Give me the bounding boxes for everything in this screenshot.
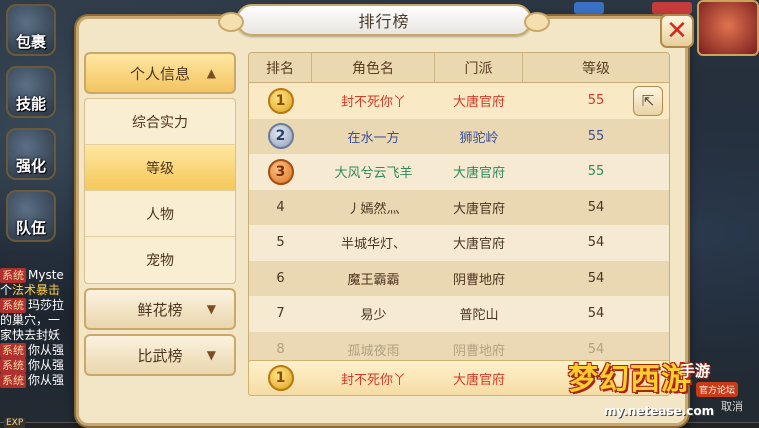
row-rank: 5 — [276, 235, 285, 251]
menu-item-level[interactable]: 等级 — [85, 145, 235, 191]
ranking-table[interactable]: 排名 角色名 门派 等级 1 封不死你丫 大唐官府 55 ⇱ 2 在水一方 狮驼… — [248, 52, 670, 394]
table-row[interactable]: 7 易少 普陀山 54 — [249, 296, 669, 332]
skills-button-label: 技能 — [15, 95, 46, 113]
personal-info-button[interactable]: 个人信息 ▲ — [84, 52, 236, 94]
row-sect: 阴曹地府 — [452, 272, 505, 288]
logo-title: 梦幻西游 — [568, 362, 692, 397]
logo-url: my.netease.com — [604, 404, 715, 418]
row-name: 魔王霸霸 — [347, 272, 400, 288]
silver-medal-icon: 2 — [267, 123, 294, 150]
chat-line: 系统 你从强 — [0, 343, 65, 358]
enhance-button[interactable]: 强化 — [6, 128, 56, 180]
arena-ranking-button[interactable]: 比武榜 ▼ — [84, 334, 236, 376]
row-level: 54 — [587, 235, 605, 251]
table-row[interactable]: 5 半城华灯、 大唐官府 54 — [249, 225, 669, 261]
arena-ranking-label: 比武榜 — [137, 346, 183, 365]
panel-title-plate: 排行榜 — [218, 4, 550, 36]
row-level: 54 — [587, 199, 605, 215]
chat-line: 家快去封妖 — [0, 328, 61, 342]
chat-line: 系统 玛莎拉 — [0, 298, 65, 313]
row-rank: 7 — [276, 306, 285, 322]
chevron-up-icon: ▲ — [206, 66, 216, 80]
row-name: 大风兮云飞羊 — [334, 166, 413, 182]
chat-panel[interactable]: 系统 Myste 个法术暴击 系统 玛莎拉 的巢穴，一 家快去封妖 系统 你从强 系统… — [0, 268, 80, 388]
row-sect: 普陀山 — [459, 308, 499, 324]
table-row[interactable]: 2 在水一方 狮驼岭 55 — [249, 118, 669, 154]
table-row[interactable]: 3 大风兮云飞羊 大唐官府 55 — [249, 154, 669, 190]
row-name: 在水一方 — [347, 130, 400, 146]
row-level: 54 — [587, 270, 605, 286]
row-sect: 大唐官府 — [452, 237, 505, 253]
team-button[interactable]: 队伍 — [6, 190, 56, 242]
menu-item-character[interactable]: 人物 — [85, 191, 235, 237]
row-level: 54 — [587, 306, 605, 322]
table-row[interactable]: 4 丿嫣然灬 大唐官府 54 — [249, 189, 669, 225]
chevron-down-icon: ▼ — [206, 302, 216, 316]
header-level: 等级 — [582, 60, 610, 77]
gold-medal-icon: 1 — [267, 87, 294, 114]
skills-button[interactable]: 技能 — [6, 66, 56, 118]
gold-medal-icon: 1 — [267, 365, 294, 391]
flowers-ranking-label: 鲜花榜 — [137, 300, 183, 319]
team-button-label: 队伍 — [15, 219, 46, 237]
hp-bar — [652, 2, 692, 14]
row-sect: 大唐官府 — [452, 95, 505, 111]
share-icon: ⇱ — [641, 92, 655, 110]
row-rank: 6 — [276, 270, 285, 286]
row-level: 55 — [587, 128, 605, 144]
logo-subtitle: 手游 — [680, 362, 711, 380]
bag-button[interactable]: 包裹 — [6, 4, 56, 56]
chat-line: 个法术暴击 — [0, 283, 61, 297]
chat-line: 系统 你从强 — [0, 373, 65, 388]
game-logo: 梦幻西游 手游 官方论坛 my.netease.com — [568, 352, 754, 424]
panel-title: 排行榜 — [358, 12, 410, 31]
personal-submenu: 综合实力 等级 人物 宠物 — [84, 98, 236, 284]
chat-line: 系统 你从强 — [0, 358, 65, 373]
row-sect: 大唐官府 — [452, 201, 505, 217]
player-avatar[interactable] — [697, 0, 759, 56]
close-button[interactable]: ✕ — [660, 14, 694, 48]
logo-forum-badge: 官方论坛 — [696, 382, 739, 397]
row-rank: 4 — [276, 199, 285, 215]
menu-item-overall-power[interactable]: 综合实力 — [85, 99, 235, 145]
table-row[interactable]: 6 魔王霸霸 阴曹地府 54 — [249, 260, 669, 296]
header-sect: 门派 — [435, 53, 523, 82]
row-sect: 狮驼岭 — [459, 130, 499, 146]
row-sect: 大唐官府 — [452, 166, 505, 182]
close-icon: ✕ — [666, 16, 688, 46]
category-menu: 个人信息 ▲ 综合实力 等级 人物 宠物 鲜花榜 ▼ 比武榜 ▼ — [84, 52, 236, 380]
row-level: 55 — [587, 164, 605, 180]
bag-button-label: 包裹 — [15, 33, 46, 51]
enhance-button-label: 强化 — [15, 157, 46, 175]
chevron-down-icon: ▼ — [206, 348, 216, 362]
personal-info-label: 个人信息 — [129, 64, 190, 83]
menu-item-pet[interactable]: 宠物 — [85, 237, 235, 283]
table-row[interactable]: 1 封不死你丫 大唐官府 55 ⇱ — [249, 83, 669, 119]
header-rank: 排名 — [249, 53, 312, 82]
flowers-ranking-button[interactable]: 鲜花榜 ▼ — [84, 288, 236, 330]
my-rank-name: 封不死你丫 — [340, 372, 406, 388]
row-name: 易少 — [360, 308, 387, 324]
my-rank-sect: 大唐官府 — [452, 372, 505, 388]
share-button[interactable]: ⇱ — [633, 86, 663, 116]
mp-bar — [574, 2, 604, 14]
row-name: 半城华灯、 — [340, 237, 406, 253]
table-header: 排名 角色名 门派 等级 — [249, 53, 669, 83]
row-name: 封不死你丫 — [340, 95, 406, 111]
header-name: 角色名 — [312, 53, 435, 82]
chat-line: 系统 Myste — [0, 268, 64, 283]
row-name: 丿嫣然灬 — [347, 201, 400, 217]
exp-label: EXP — [4, 418, 26, 428]
bronze-medal-icon: 3 — [267, 158, 294, 185]
chat-line: 的巢穴，一 — [0, 313, 61, 327]
